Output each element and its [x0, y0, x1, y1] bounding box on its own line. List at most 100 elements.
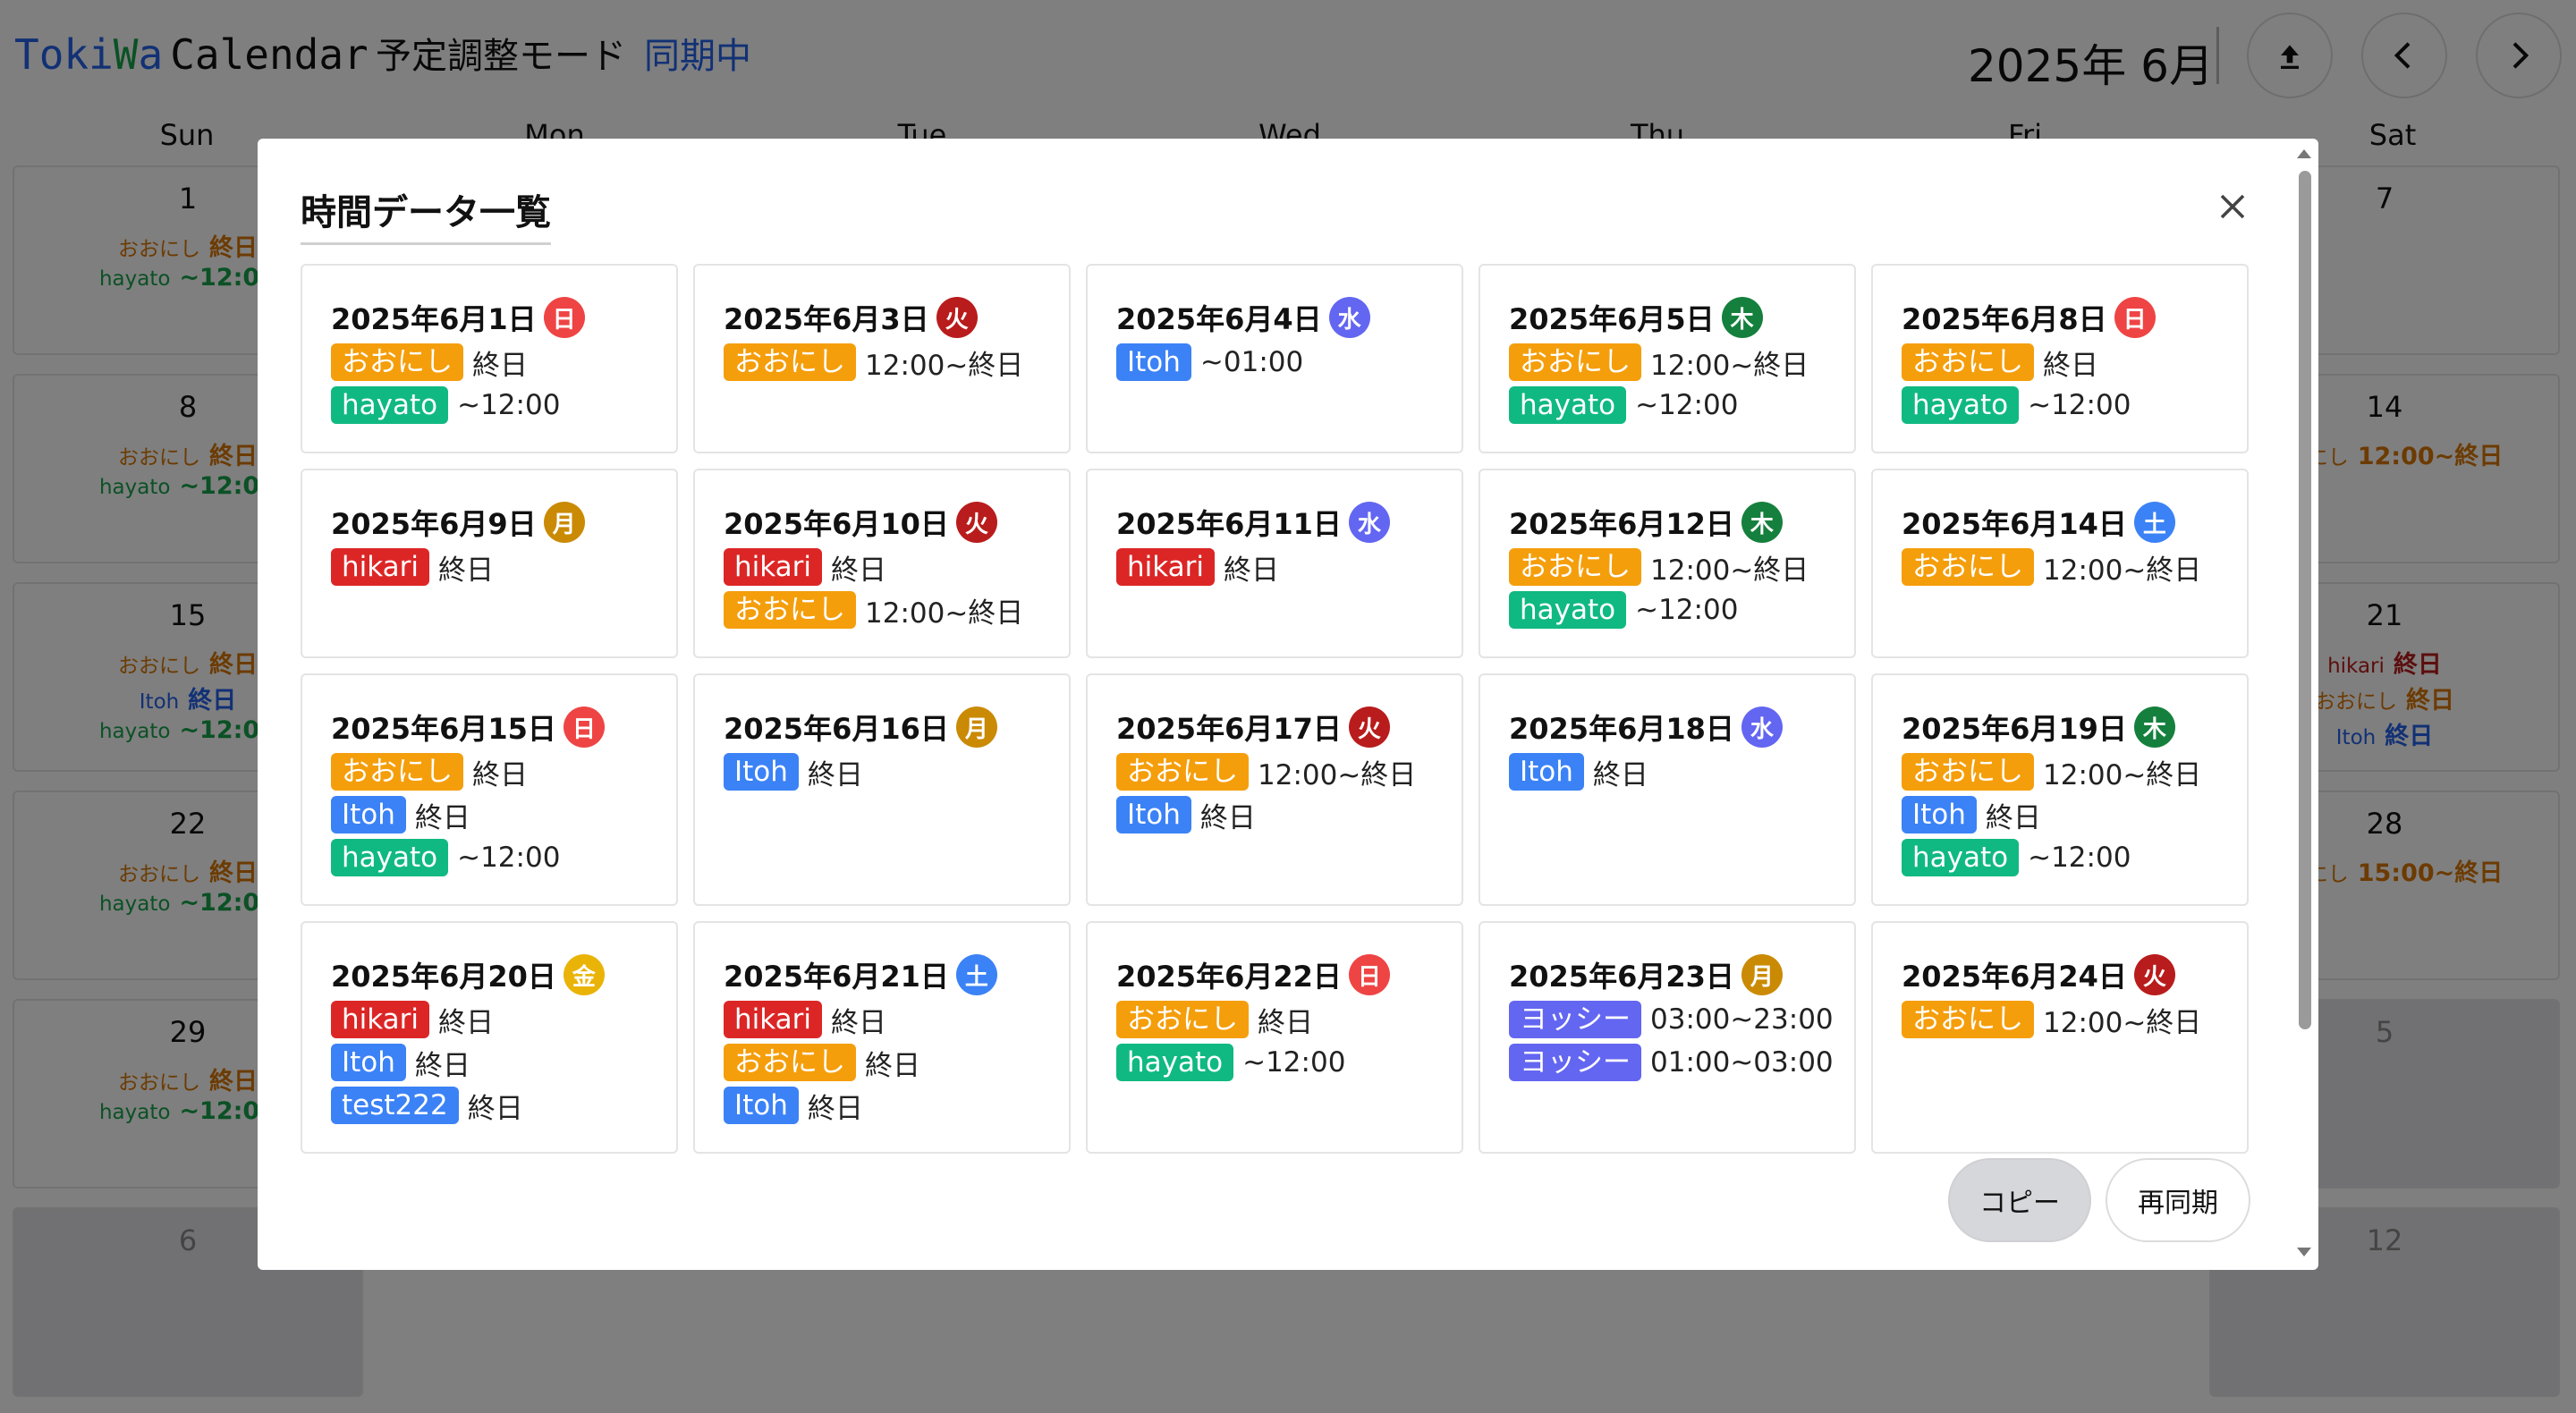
member-tag: hayato	[1509, 591, 1627, 629]
event-time: 終日	[467, 1092, 523, 1125]
event-time: 12:00~終日	[865, 349, 1024, 382]
date-card: 2025年6月17日火おおにし 12:00~終日 Itoh 終日	[1086, 673, 1463, 906]
event-time: 終日	[414, 801, 470, 834]
member-tag: hayato	[1116, 1044, 1234, 1081]
date-card: 2025年6月18日水 Itoh 終日	[1479, 673, 1856, 906]
member-tag: test222	[331, 1087, 459, 1124]
close-button[interactable]	[2207, 182, 2258, 232]
event-row: おおにし 12:00~終日	[1902, 752, 2220, 791]
member-tag: おおにし	[1902, 343, 2034, 381]
date-card: 2025年6月1日日おおにし 終日 hayato ~12:00	[301, 264, 678, 453]
event-time: 終日	[2043, 349, 2098, 382]
card-date: 2025年6月5日木	[1509, 296, 1827, 339]
weekday-badge: 土	[955, 954, 997, 995]
event-time: ~12:00	[1635, 389, 1739, 421]
modal-scrollbar[interactable]	[2295, 144, 2313, 1262]
event-time: 終日	[1592, 758, 1648, 791]
card-date: 2025年6月11日水	[1116, 501, 1435, 544]
date-card: 2025年6月20日金 hikari 終日 Itoh 終日 test222 終日	[301, 921, 678, 1154]
member-tag: Itoh	[724, 1087, 799, 1124]
event-row: おおにし 終日	[724, 1043, 1042, 1082]
event-row: おおにし 12:00~終日	[724, 343, 1042, 382]
weekday-badge: 日	[543, 297, 585, 338]
scroll-up-arrow[interactable]	[2295, 144, 2313, 162]
event-time: ~12:00	[1242, 1046, 1346, 1079]
member-tag: おおにし	[1902, 1001, 2034, 1038]
weekday-badge: 月	[543, 502, 585, 543]
event-row: hayato ~12:00	[1116, 1043, 1435, 1082]
event-row: test222 終日	[331, 1086, 649, 1125]
event-row: Itoh 終日	[331, 1043, 649, 1082]
scroll-down-arrow[interactable]	[2295, 1244, 2313, 1262]
resync-button[interactable]: 再同期	[2106, 1158, 2250, 1242]
time-data-modal: 時間データ一覧 2025年6月1日日おおにし 終日 hayato ~12:00 2025…	[258, 139, 2318, 1270]
event-row: hikari 終日	[331, 547, 649, 587]
event-time: 終日	[1258, 1006, 1313, 1039]
event-row: おおにし 12:00~終日	[1902, 1000, 2220, 1039]
card-date: 2025年6月22日日	[1116, 953, 1435, 996]
event-row: Itoh 終日	[1902, 795, 2220, 834]
card-date: 2025年6月17日火	[1116, 706, 1435, 749]
member-tag: Itoh	[1116, 796, 1191, 833]
date-card: 2025年6月8日日おおにし 終日 hayato ~12:00	[1871, 264, 2249, 453]
event-row: hikari 終日	[331, 1000, 649, 1039]
date-text: 2025年6月4日	[1116, 302, 1322, 336]
weekday-badge: 土	[2133, 502, 2175, 543]
card-date: 2025年6月23日月	[1509, 953, 1827, 996]
event-row: Itoh 終日	[1509, 752, 1827, 791]
card-date: 2025年6月9日月	[331, 501, 649, 544]
weekday-badge: 火	[1348, 706, 1390, 748]
member-tag: おおにし	[1509, 343, 1641, 381]
date-text: 2025年6月1日	[331, 302, 537, 336]
member-tag: おおにし	[331, 343, 463, 381]
weekday-badge: 火	[955, 502, 997, 543]
event-row: hayato ~12:00	[1509, 590, 1827, 630]
event-time: 12:00~終日	[2043, 758, 2202, 791]
member-tag: Itoh	[724, 753, 799, 791]
date-text: 2025年6月9日	[331, 507, 537, 541]
date-text: 2025年6月20日	[331, 960, 556, 994]
scroll-thumb[interactable]	[2299, 171, 2311, 1029]
date-card: 2025年6月21日土 hikari 終日 おおにし 終日 Itoh 終日	[693, 921, 1071, 1154]
event-time: 終日	[1224, 554, 1280, 587]
event-row: おおにし 12:00~終日	[724, 590, 1042, 630]
date-text: 2025年6月8日	[1902, 302, 2107, 336]
date-text: 2025年6月5日	[1509, 302, 1715, 336]
event-time: 終日	[807, 1092, 863, 1125]
event-time: 12:00~終日	[2043, 1006, 2202, 1039]
weekday-badge: 木	[1741, 502, 1783, 543]
weekday-badge: 日	[2114, 297, 2156, 338]
member-tag: おおにし	[331, 753, 463, 791]
modal-title: 時間データ一覧	[301, 183, 551, 245]
weekday-badge: 木	[2133, 706, 2175, 748]
event-row: ヨッシー 03:00~23:00	[1509, 1000, 1834, 1039]
member-tag: Itoh	[1116, 343, 1191, 381]
event-time: ~12:00	[457, 842, 561, 874]
weekday-badge: 月	[955, 706, 997, 748]
date-text: 2025年6月21日	[724, 960, 949, 994]
date-text: 2025年6月23日	[1509, 960, 1734, 994]
member-tag: hayato	[1902, 386, 2020, 424]
member-tag: hayato	[331, 839, 449, 876]
event-time: ~12:00	[457, 389, 561, 421]
date-text: 2025年6月12日	[1509, 507, 1734, 541]
card-date: 2025年6月15日日	[331, 706, 649, 749]
member-tag: おおにし	[724, 1044, 856, 1081]
event-time: 12:00~終日	[2043, 554, 2202, 587]
event-row: hayato ~12:00	[331, 385, 649, 425]
member-tag: hikari	[724, 548, 823, 586]
event-row: おおにし 終日	[331, 343, 649, 382]
member-tag: Itoh	[1509, 753, 1584, 791]
date-text: 2025年6月17日	[1116, 712, 1342, 746]
event-time: 03:00~23:00	[1650, 1003, 1834, 1036]
card-date: 2025年6月12日木	[1509, 501, 1827, 544]
event-time: ~12:00	[2028, 389, 2131, 421]
event-time: 12:00~終日	[1650, 349, 1809, 382]
event-time: 12:00~終日	[865, 597, 1024, 630]
date-text: 2025年6月18日	[1509, 712, 1734, 746]
member-tag: おおにし	[1116, 753, 1249, 791]
weekday-badge: 水	[1348, 502, 1390, 543]
copy-button[interactable]: コピー	[1948, 1158, 2091, 1242]
date-card: 2025年6月4日水 Itoh ~01:00	[1086, 264, 1463, 453]
date-card: 2025年6月19日木おおにし 12:00~終日 Itoh 終日 hayato ~12:0…	[1871, 673, 2249, 906]
